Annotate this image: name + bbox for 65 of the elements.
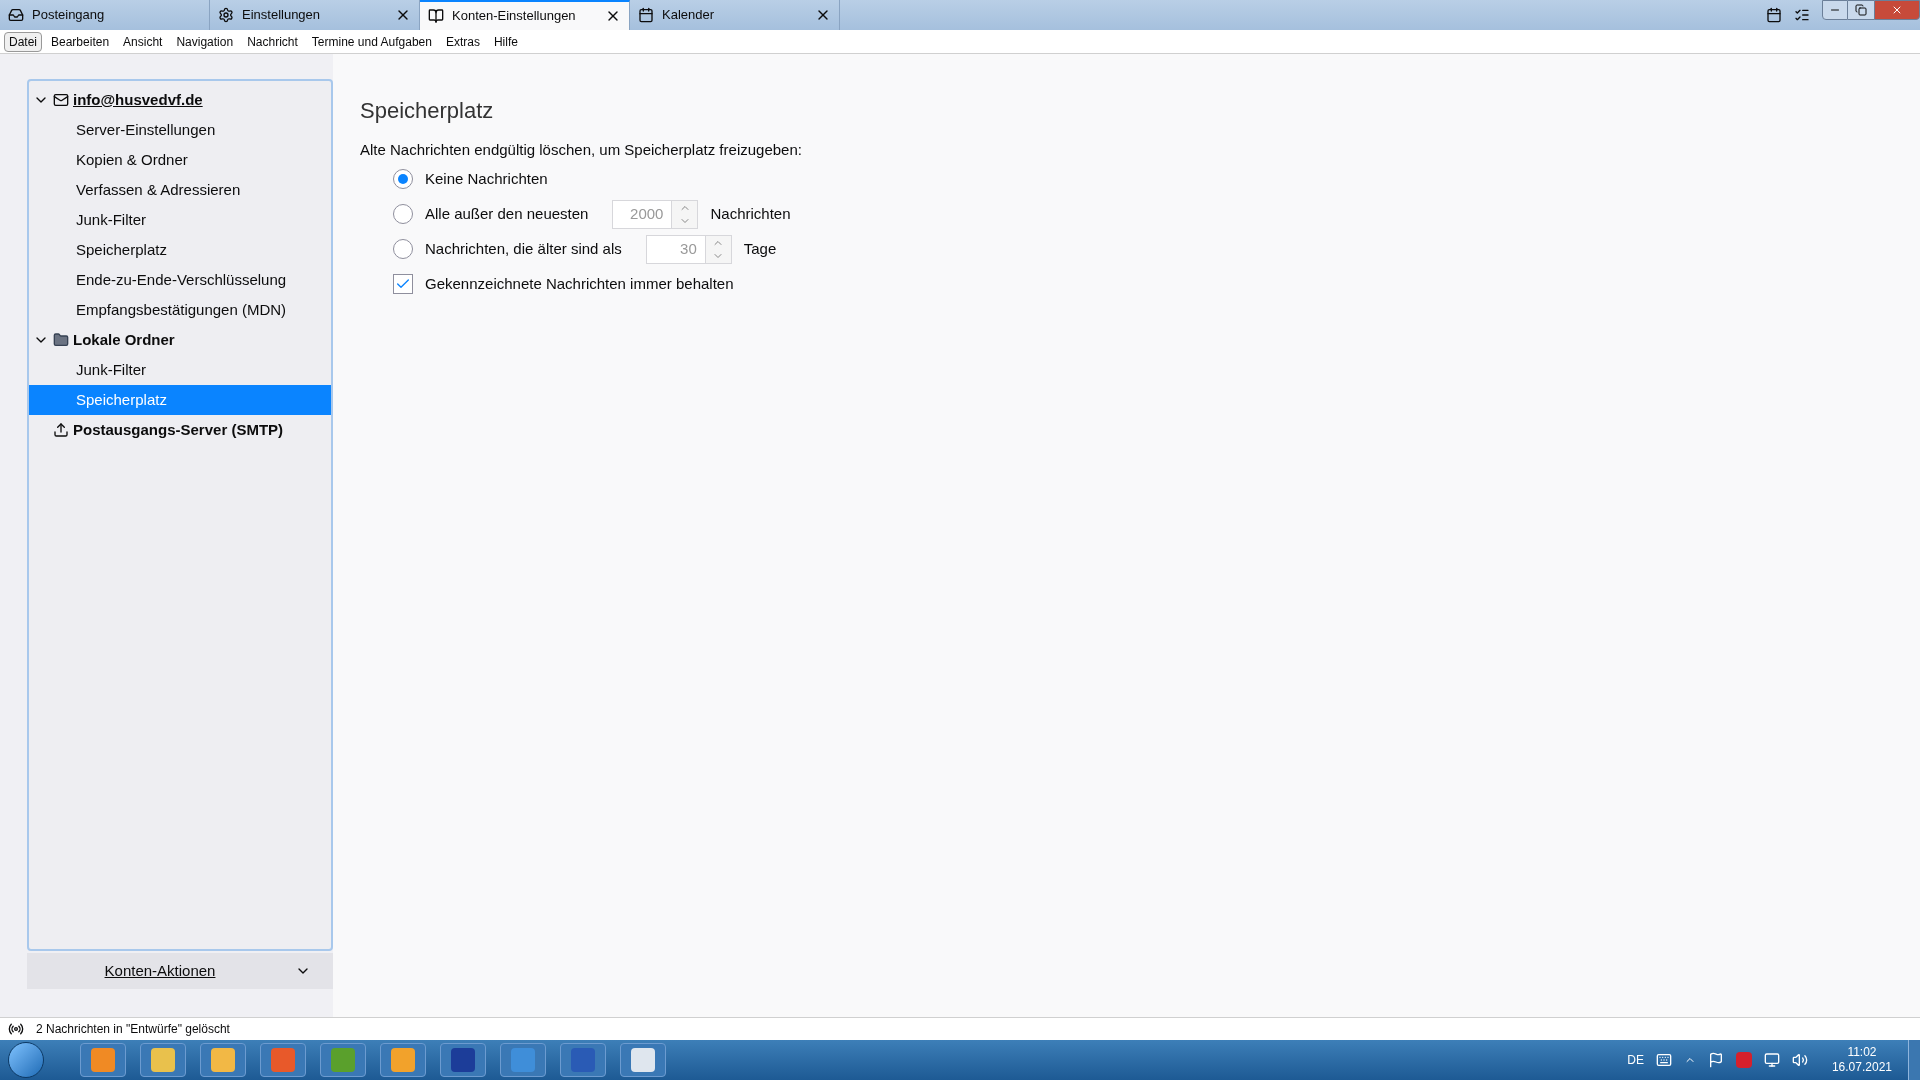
language-indicator[interactable]: DE <box>1627 1051 1644 1069</box>
account-item[interactable]: Postausgangs-Server (SMTP) <box>73 418 284 442</box>
settings-item[interactable]: Junk-Filter <box>29 355 331 385</box>
menu-item[interactable]: Datei <box>4 31 42 52</box>
restore-icon <box>1855 4 1867 16</box>
signal-icon <box>8 1021 24 1037</box>
menu-item[interactable]: Navigation <box>171 31 239 52</box>
settings-item[interactable]: Ende-zu-Ende-Verschlüsselung <box>29 265 331 295</box>
close-icon <box>1891 4 1903 16</box>
settings-item[interactable]: Junk-Filter <box>29 205 331 235</box>
option-label: Alle außer den neuesten <box>425 203 589 224</box>
settings-item[interactable]: Kopien & Ordner <box>29 145 331 175</box>
mail-icon <box>53 92 69 108</box>
settings-item[interactable]: Verfassen & Adressieren <box>29 175 331 205</box>
folder-icon <box>53 332 69 348</box>
network-icon[interactable] <box>1763 1052 1780 1068</box>
taskbar-app-icon[interactable] <box>80 1043 126 1077</box>
radio-button[interactable] <box>393 204 413 224</box>
option-label: Nachrichten, die älter sind als <box>425 238 622 259</box>
clock-time[interactable]: 11:02 <box>1847 1045 1877 1060</box>
checkbox[interactable] <box>393 274 413 294</box>
tab[interactable]: Konten-Einstellungen <box>420 0 630 30</box>
taskbar-app-icon[interactable] <box>560 1043 606 1077</box>
description-text: Alte Nachrichten endgültig löschen, um Speicherplatz freizugeben: <box>360 140 803 160</box>
settings-item[interactable]: Server-Einstellungen <box>29 115 331 145</box>
menu-item[interactable]: Extras <box>440 31 485 52</box>
menu-item[interactable]: Termine und Aufgaben <box>306 31 437 52</box>
option-label: Keine Nachrichten <box>425 168 548 189</box>
menu-item[interactable]: Hilfe <box>488 31 523 52</box>
status-text: 2 Nachrichten in "Entwürfe" gelöscht <box>36 1021 230 1038</box>
account-item[interactable]: Lokale Ordner <box>73 328 175 352</box>
section-title: Speicherplatz <box>360 97 495 125</box>
menu-item[interactable]: Ansicht <box>118 31 168 52</box>
inbox-icon <box>8 7 24 23</box>
speaker-icon[interactable] <box>1791 1052 1808 1068</box>
outbox-icon <box>53 422 69 438</box>
option-label: Gekennzeichnete Nachrichten immer behalten <box>425 273 734 294</box>
restore-button[interactable] <box>1848 0 1874 20</box>
settings-item[interactable]: Empfangsbestätigungen (MDN) <box>29 295 331 325</box>
show-desktop-button[interactable] <box>1908 1040 1920 1080</box>
calendar-icon[interactable] <box>1766 7 1782 23</box>
gear-icon <box>218 7 234 23</box>
flag-icon[interactable] <box>1707 1052 1724 1068</box>
account-item[interactable]: info@husvedvf.de <box>73 88 203 112</box>
unit-label: Tage <box>743 238 777 259</box>
taskbar-app-icon[interactable] <box>380 1043 426 1077</box>
radio-button[interactable] <box>393 169 413 189</box>
menu-item[interactable]: Bearbeiten <box>46 31 115 52</box>
account-actions-button[interactable]: Konten-Aktionen <box>27 953 333 989</box>
keyboard-icon[interactable] <box>1655 1052 1672 1068</box>
menu-item[interactable]: Nachricht <box>242 31 303 52</box>
taskbar-app-icon[interactable] <box>440 1043 486 1077</box>
taskbar-app-icon[interactable] <box>140 1043 186 1077</box>
task-list-icon[interactable] <box>1794 7 1810 23</box>
unit-label: Nachrichten <box>710 203 791 224</box>
settings-item[interactable]: Speicherplatz <box>29 385 331 415</box>
radio-button[interactable] <box>393 239 413 259</box>
clock-date[interactable]: 16.07.2021 <box>1831 1060 1892 1075</box>
minimize-button[interactable] <box>1822 0 1848 20</box>
taskbar-app-icon[interactable] <box>620 1043 666 1077</box>
book-icon <box>428 8 444 24</box>
start-button[interactable] <box>8 1042 44 1078</box>
calendar-icon <box>638 7 654 23</box>
settings-item[interactable]: Speicherplatz <box>29 235 331 265</box>
taskbar-app-icon[interactable] <box>200 1043 246 1077</box>
